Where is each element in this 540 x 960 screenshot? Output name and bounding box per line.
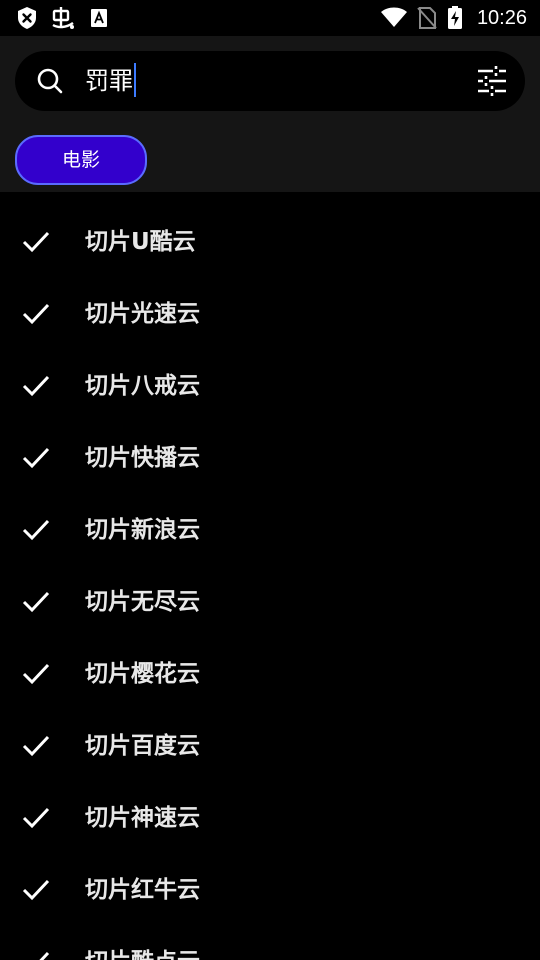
- list-item[interactable]: 切片神速云: [0, 768, 540, 840]
- check-icon: [22, 228, 50, 256]
- list-item[interactable]: 切片光速云: [0, 264, 540, 336]
- source-label: 切片百度云: [85, 733, 200, 759]
- list-item[interactable]: 切片百度云: [0, 696, 540, 768]
- source-label: 切片无尽云: [85, 589, 200, 615]
- list-item[interactable]: 切片八戒云: [0, 336, 540, 408]
- list-item[interactable]: 切片U酷云: [0, 192, 540, 264]
- status-bar: 10:26: [0, 0, 540, 36]
- search-input[interactable]: 罚罪: [85, 63, 136, 99]
- source-label: 切片红牛云: [85, 877, 200, 903]
- source-label: 切片八戒云: [85, 373, 200, 399]
- list-item[interactable]: 切片无尽云: [0, 552, 540, 624]
- source-label: 切片快播云: [85, 445, 200, 471]
- bug-icon: [50, 6, 76, 30]
- source-label: 切片樱花云: [85, 661, 200, 687]
- category-chip-movie[interactable]: 电影: [15, 135, 147, 185]
- source-label: 切片新浪云: [85, 517, 200, 543]
- check-icon: [22, 876, 50, 904]
- font-a-icon: [90, 6, 108, 30]
- text-caret: [134, 63, 136, 97]
- shield-x-icon: [16, 6, 38, 30]
- status-time: 10:26: [476, 7, 527, 29]
- search-query: 罚罪: [85, 67, 133, 95]
- list-item[interactable]: 切片快播云: [0, 408, 540, 480]
- list-item[interactable]: 切片红牛云: [0, 840, 540, 912]
- check-icon: [22, 660, 50, 688]
- wifi-icon: [380, 6, 408, 30]
- check-icon: [22, 948, 50, 960]
- check-icon: [22, 732, 50, 760]
- list-item[interactable]: 切片酷点云: [0, 912, 540, 960]
- check-icon: [22, 516, 50, 544]
- search-bar[interactable]: 罚罪: [15, 51, 525, 111]
- check-icon: [22, 804, 50, 832]
- list-item[interactable]: 切片新浪云: [0, 480, 540, 552]
- check-icon: [22, 444, 50, 472]
- search-header: 罚罪 电影: [0, 36, 540, 192]
- source-label: 切片光速云: [85, 301, 200, 327]
- no-sim-icon: [416, 6, 438, 30]
- screen: 10:26 罚罪 电影 切片U酷云 切片光速云 切片八戒云 切片快播云 切片新浪…: [0, 0, 540, 960]
- check-icon: [22, 588, 50, 616]
- list-item[interactable]: 切片樱花云: [0, 624, 540, 696]
- source-label: 切片U酷云: [85, 229, 196, 255]
- sliders-icon[interactable]: [476, 65, 508, 97]
- check-icon: [22, 300, 50, 328]
- source-list: 切片U酷云切片光速云切片八戒云切片快播云切片新浪云切片无尽云切片樱花云切片百度云…: [0, 192, 540, 960]
- battery-charging-icon: [447, 6, 463, 30]
- source-label: 切片神速云: [85, 805, 200, 831]
- check-icon: [22, 372, 50, 400]
- source-label: 切片酷点云: [85, 946, 200, 960]
- search-icon[interactable]: [36, 67, 64, 95]
